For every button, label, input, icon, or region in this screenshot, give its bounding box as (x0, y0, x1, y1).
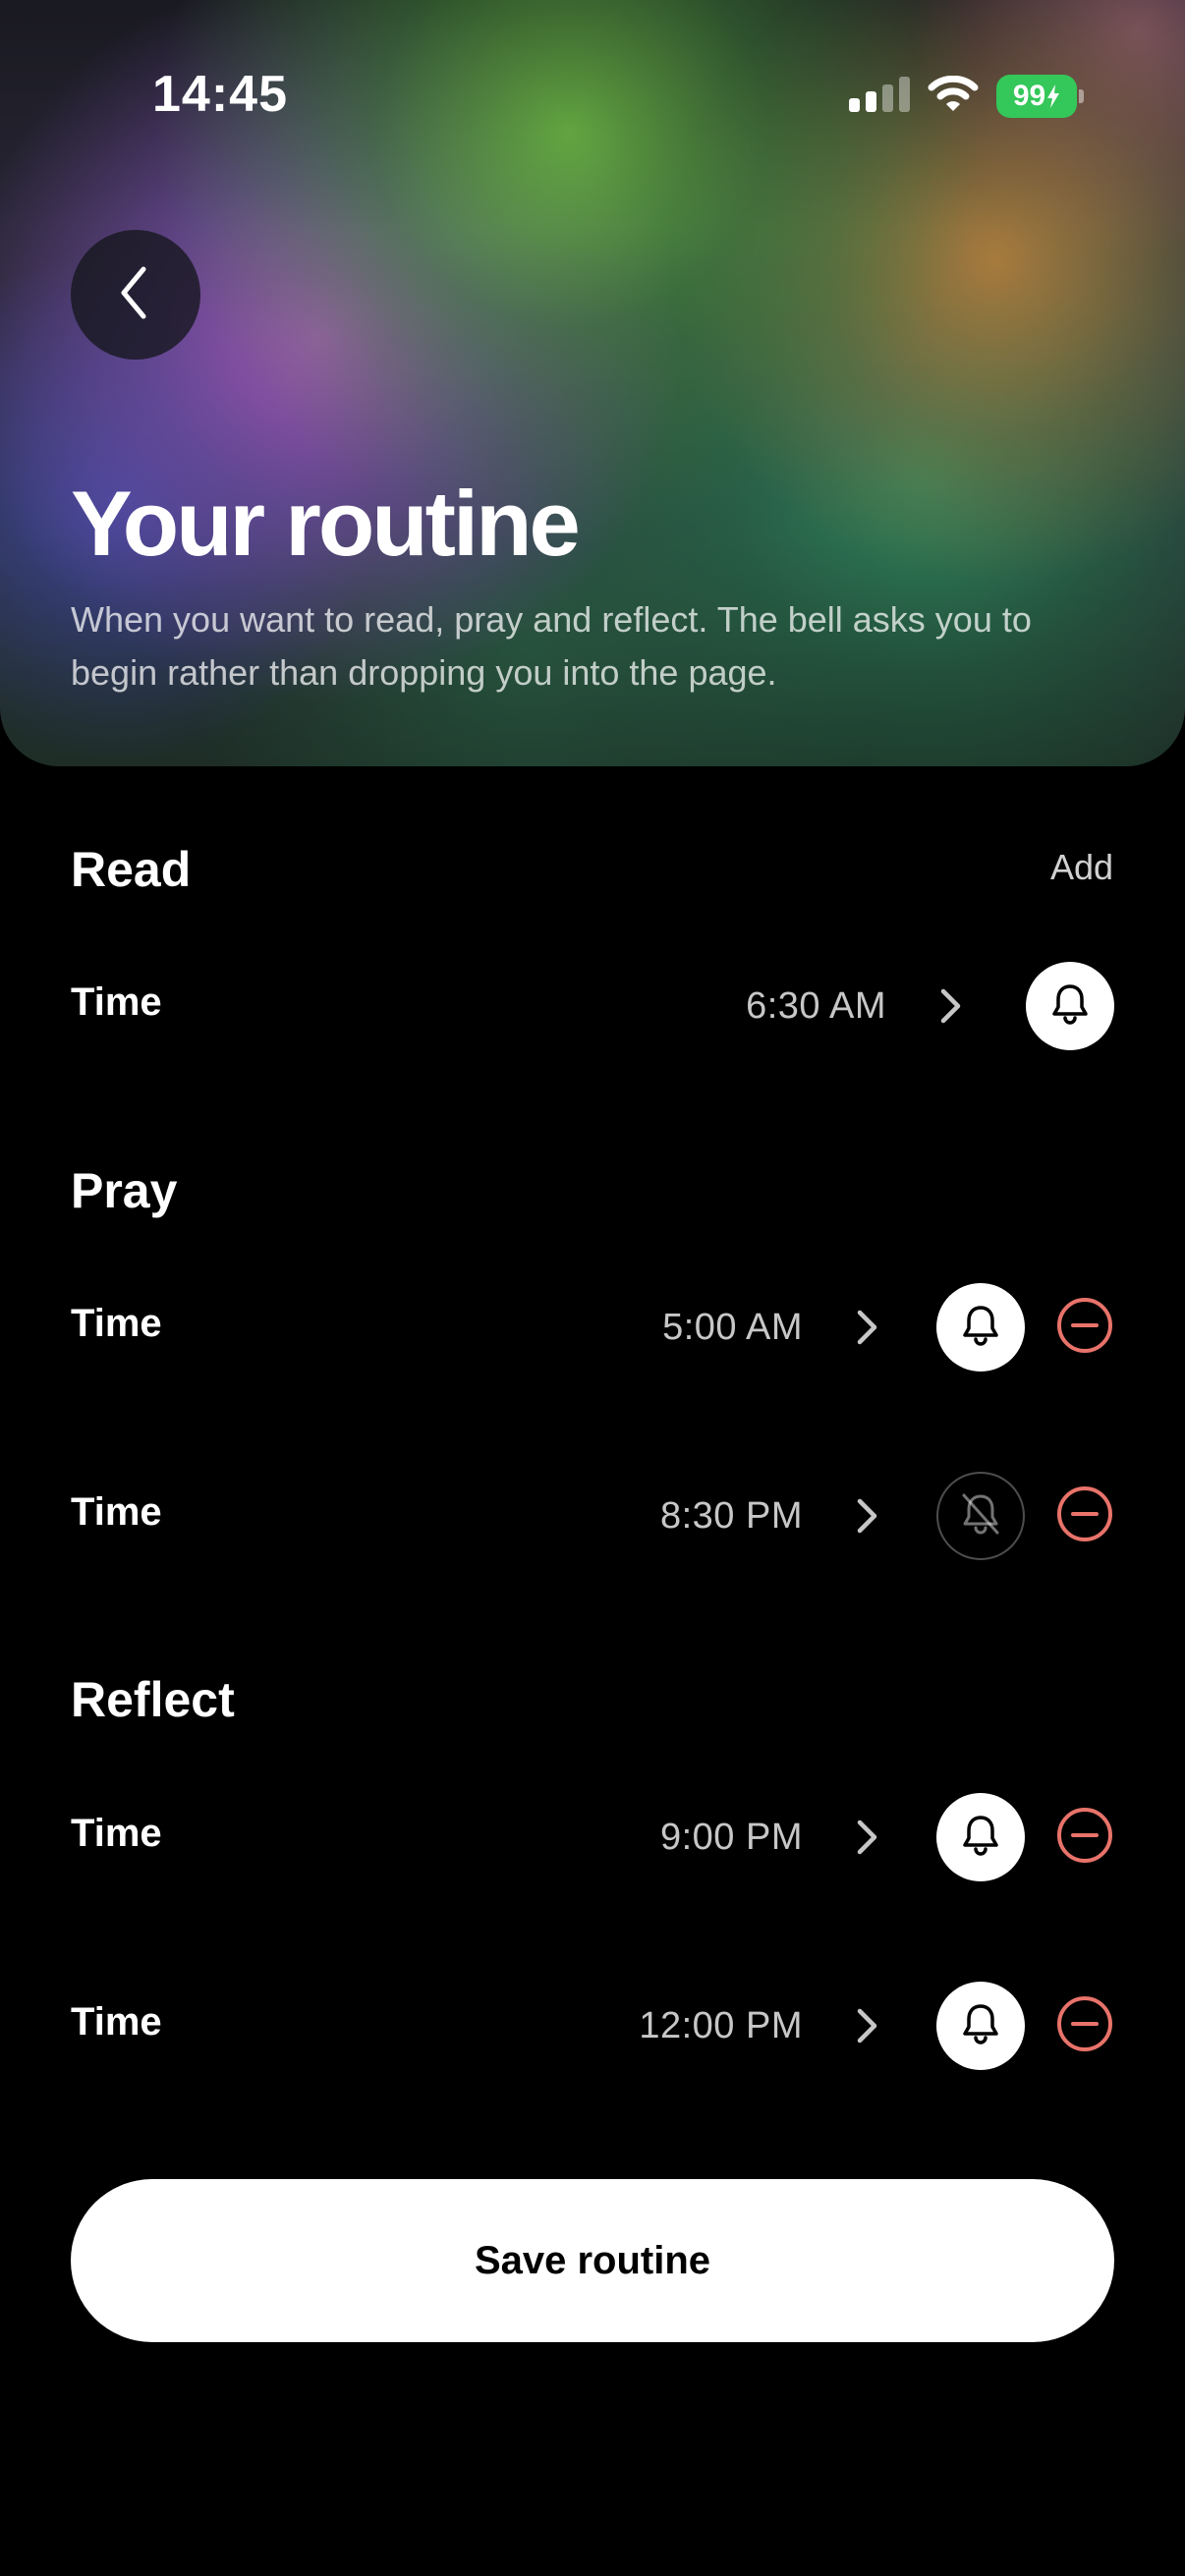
row-label: Time (71, 2000, 162, 2044)
battery-charging-icon: 99 (996, 75, 1084, 118)
row-controls: 8:30 PM (660, 1469, 1114, 1563)
battery-level: 99 (1012, 80, 1046, 112)
chevron-right-icon[interactable] (937, 986, 963, 1026)
minus-circle-icon (1056, 1807, 1113, 1869)
signal-icon (849, 76, 910, 117)
battery-cap (1079, 89, 1084, 103)
page-subtitle: When you want to read, pray and reflect.… (71, 599, 1032, 693)
status-icons: 99 (849, 75, 1084, 118)
routine-row-pray-2[interactable]: Time 8:30 PM (71, 1469, 1114, 1563)
time-value[interactable]: 5:00 AM (662, 1307, 803, 1349)
remove-button[interactable] (1055, 1297, 1114, 1359)
section-title-read: Read (71, 842, 192, 897)
minus-circle-icon (1056, 1995, 1113, 2057)
row-controls: 6:30 AM (746, 959, 1114, 1053)
row-controls: 9:00 PM (660, 1790, 1114, 1884)
time-value[interactable]: 12:00 PM (639, 2005, 803, 2047)
section-title-reflect: Reflect (71, 1672, 235, 1727)
row-controls: 12:00 PM (639, 1979, 1114, 2073)
bell-icon (1050, 982, 1090, 1031)
routine-row-read-1[interactable]: Time 6:30 AM (71, 959, 1114, 1053)
time-value[interactable]: 9:00 PM (660, 1817, 803, 1859)
time-value[interactable]: 8:30 PM (660, 1495, 803, 1538)
chevron-left-icon (116, 263, 155, 327)
routine-row-reflect-1[interactable]: Time 9:00 PM (71, 1790, 1114, 1884)
minus-circle-icon (1056, 1297, 1113, 1359)
remove-button[interactable] (1055, 1485, 1114, 1547)
row-label: Time (71, 1812, 162, 1855)
routine-row-pray-1[interactable]: Time 5:00 AM (71, 1280, 1114, 1374)
chevron-right-icon[interactable] (854, 1818, 879, 1857)
bell-icon (961, 1304, 1000, 1352)
row-controls: 5:00 AM (662, 1280, 1114, 1374)
bell-icon (961, 1814, 1000, 1862)
remove-button[interactable] (1055, 1995, 1114, 2057)
add-button[interactable]: Add (1050, 847, 1113, 888)
bell-toggle[interactable] (1026, 962, 1114, 1050)
bell-toggle[interactable] (936, 1283, 1025, 1372)
page-title: Your routine (71, 472, 581, 575)
remove-button[interactable] (1055, 1807, 1114, 1869)
minus-circle-icon (1056, 1485, 1113, 1547)
bell-toggle[interactable] (936, 1982, 1025, 2070)
bell-toggle[interactable] (936, 1472, 1025, 1560)
chevron-right-icon[interactable] (854, 1496, 879, 1536)
bell-toggle[interactable] (936, 1793, 1025, 1881)
row-label: Time (71, 1302, 162, 1345)
bell-slash-icon (959, 1491, 1002, 1541)
wifi-icon (928, 75, 979, 118)
routine-row-reflect-2[interactable]: Time 12:00 PM (71, 1979, 1114, 2073)
back-button[interactable] (71, 230, 200, 360)
chevron-right-icon[interactable] (854, 2006, 879, 2045)
bell-icon (961, 2002, 1000, 2050)
time-value[interactable]: 6:30 AM (746, 985, 886, 1028)
section-title-pray: Pray (71, 1163, 178, 1218)
save-routine-button[interactable]: Save routine (71, 2179, 1114, 2342)
row-label: Time (71, 1490, 162, 1534)
status-time: 14:45 (152, 66, 288, 123)
row-label: Time (71, 980, 162, 1024)
chevron-right-icon[interactable] (854, 1308, 879, 1347)
